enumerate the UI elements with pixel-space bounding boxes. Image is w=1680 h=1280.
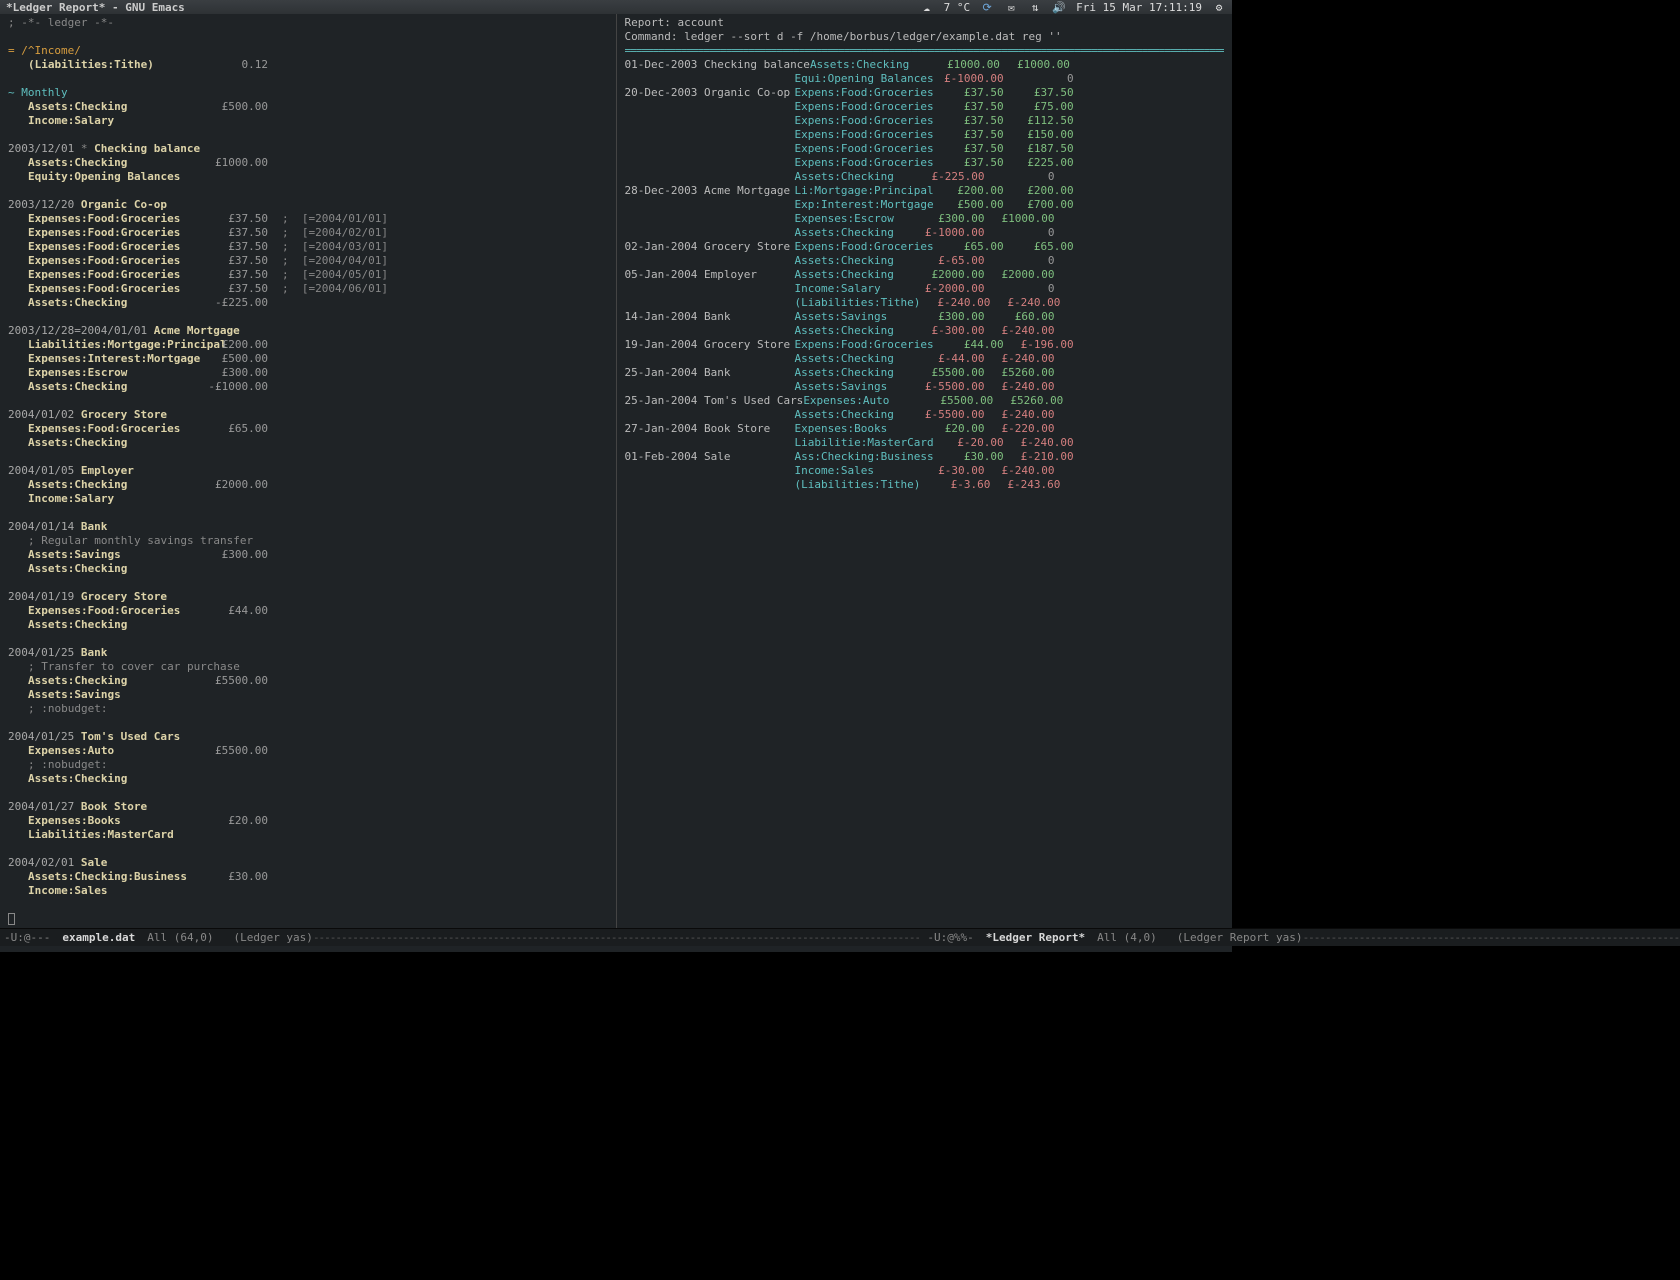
buffer-name: example.dat <box>62 931 135 944</box>
modeline-right[interactable]: -U:@%%- *Ledger Report* All (4,0) (Ledge… <box>923 928 1680 946</box>
major-mode: (Ledger Report yas) <box>1177 931 1303 944</box>
modeline-left[interactable]: -U:@--- example.dat All (64,0) (Ledger y… <box>0 928 923 946</box>
system-tray: ☁ 7 °C ⟳ ✉ ⇅ 🔊 Fri 15 Mar 17:11:19 ⚙ <box>920 0 1226 14</box>
right-pane[interactable]: Report: accountCommand: ledger --sort d … <box>616 14 1233 928</box>
major-mode: (Ledger yas) <box>233 931 312 944</box>
emacs-window: *Ledger Report* - GNU Emacs ☁ 7 °C ⟳ ✉ ⇅… <box>0 0 1232 952</box>
cursor-pos: All (4,0) <box>1097 931 1157 944</box>
modelines: -U:@--- example.dat All (64,0) (Ledger y… <box>0 928 1232 946</box>
network-icon[interactable]: ⇅ <box>1028 0 1042 14</box>
report-row[interactable]: Equi:Opening Balances£-1000.000 <box>625 72 1225 86</box>
report-row[interactable]: Assets:Checking£-300.00£-240.00 <box>625 324 1225 338</box>
cursor-pos: All (64,0) <box>147 931 213 944</box>
report-row[interactable]: Assets:Savings£-5500.00£-240.00 <box>625 380 1225 394</box>
buffer-name: *Ledger Report* <box>986 931 1085 944</box>
titlebar[interactable]: *Ledger Report* - GNU Emacs ☁ 7 °C ⟳ ✉ ⇅… <box>0 0 1232 14</box>
settings-icon[interactable]: ⚙ <box>1212 0 1226 14</box>
report-row[interactable]: 25-Jan-2004 BankAssets:Checking£5500.00£… <box>625 366 1225 380</box>
modeline-fill: ----------------------------------------… <box>313 931 919 944</box>
weather-temp: 7 °C <box>944 1 971 14</box>
modeline-fill: ----------------------------------------… <box>1303 931 1680 944</box>
modeline-prefix: -U:@--- <box>4 931 50 944</box>
report-row[interactable]: 14-Jan-2004 BankAssets:Savings£300.00£60… <box>625 310 1225 324</box>
report-row[interactable]: 27-Jan-2004 Book StoreExpenses:Books£20.… <box>625 422 1225 436</box>
refresh-icon[interactable]: ⟳ <box>980 0 994 14</box>
left-pane[interactable]: ; -*- ledger -*- = /^Income/(Liabilities… <box>0 14 616 928</box>
report-row[interactable]: Expens:Food:Groceries£37.50£150.00 <box>625 128 1225 142</box>
minibuffer[interactable] <box>0 946 1232 952</box>
report-row[interactable]: Expens:Food:Groceries£37.50£75.00 <box>625 100 1225 114</box>
report-row[interactable]: Income:Salary£-2000.000 <box>625 282 1225 296</box>
report-row[interactable]: Expens:Food:Groceries£37.50£187.50 <box>625 142 1225 156</box>
report-row[interactable]: Expens:Food:Groceries£37.50£225.00 <box>625 156 1225 170</box>
report-row[interactable]: 01-Dec-2003 Checking balanceAssets:Check… <box>625 58 1225 72</box>
report-row[interactable]: (Liabilities:Tithe)£-3.60£-243.60 <box>625 478 1225 492</box>
report-row[interactable]: Assets:Checking£-65.000 <box>625 254 1225 268</box>
report-row[interactable]: Assets:Checking£-5500.00£-240.00 <box>625 408 1225 422</box>
report-row[interactable]: Assets:Checking£-44.00£-240.00 <box>625 352 1225 366</box>
report-row[interactable]: (Liabilities:Tithe)£-240.00£-240.00 <box>625 296 1225 310</box>
weather-icon: ☁ <box>920 0 934 14</box>
window-title: *Ledger Report* - GNU Emacs <box>6 1 185 14</box>
modeline-prefix: -U:@%%- <box>927 931 973 944</box>
volume-icon[interactable]: 🔊 <box>1052 0 1066 14</box>
mail-icon[interactable]: ✉ <box>1004 0 1018 14</box>
clock: Fri 15 Mar 17:11:19 <box>1076 1 1202 14</box>
editor-area: ; -*- ledger -*- = /^Income/(Liabilities… <box>0 14 1232 928</box>
report-row[interactable]: 19-Jan-2004 Grocery StoreExpens:Food:Gro… <box>625 338 1225 352</box>
text-cursor <box>8 913 15 925</box>
report-row[interactable]: Exp:Interest:Mortgage£500.00£700.00 <box>625 198 1225 212</box>
report-row[interactable]: Expenses:Escrow£300.00£1000.00 <box>625 212 1225 226</box>
report-row[interactable]: Assets:Checking£-1000.000 <box>625 226 1225 240</box>
report-row[interactable]: 25-Jan-2004 Tom's Used CarsExpenses:Auto… <box>625 394 1225 408</box>
report-row[interactable]: 02-Jan-2004 Grocery StoreExpens:Food:Gro… <box>625 240 1225 254</box>
report-row[interactable]: 01-Feb-2004 SaleAss:Checking:Business£30… <box>625 450 1225 464</box>
report-row[interactable]: 05-Jan-2004 EmployerAssets:Checking£2000… <box>625 268 1225 282</box>
report-row[interactable]: Expens:Food:Groceries£37.50£112.50 <box>625 114 1225 128</box>
report-row[interactable]: Liabilitie:MasterCard£-20.00£-240.00 <box>625 436 1225 450</box>
report-row[interactable]: 28-Dec-2003 Acme MortgageLi:Mortgage:Pri… <box>625 184 1225 198</box>
report-row[interactable]: Assets:Checking£-225.000 <box>625 170 1225 184</box>
report-row[interactable]: 20-Dec-2003 Organic Co-opExpens:Food:Gro… <box>625 86 1225 100</box>
report-row[interactable]: Income:Sales£-30.00£-240.00 <box>625 464 1225 478</box>
